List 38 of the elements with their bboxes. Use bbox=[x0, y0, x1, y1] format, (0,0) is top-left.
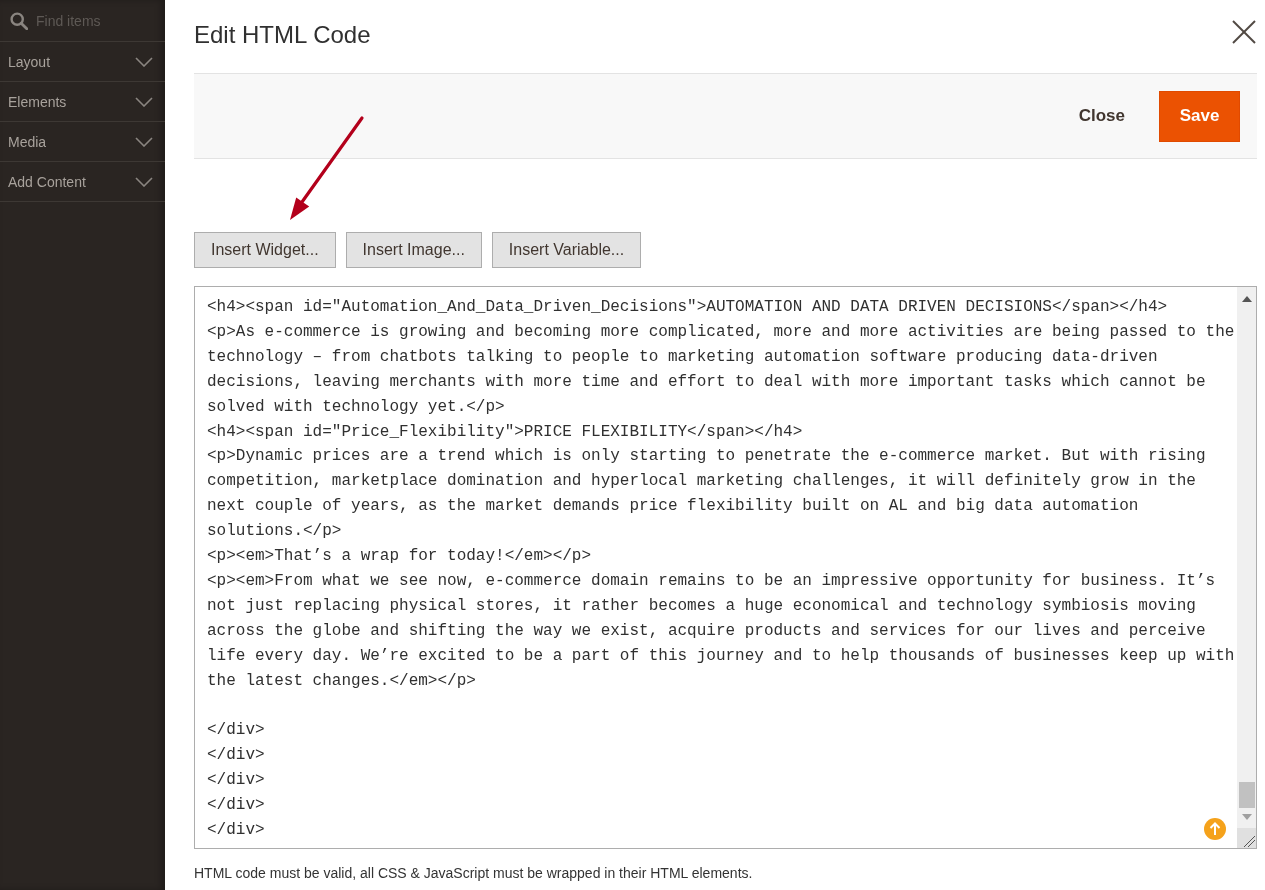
sidebar-item[interactable]: Add Content bbox=[0, 162, 165, 202]
close-icon[interactable] bbox=[1232, 19, 1256, 44]
code-line: technology – from chatbots talking to people to marketing automation software producing data-driven bbox=[207, 346, 1158, 368]
code-editor[interactable] bbox=[194, 286, 1257, 849]
code-line: next couple of years, as the market demands price flexibility built on AL and big data automation bbox=[207, 496, 1139, 518]
modal-title: Edit HTML Code bbox=[194, 20, 371, 49]
close-button[interactable]: Close bbox=[1066, 96, 1137, 136]
insert-button[interactable]: Insert Image... bbox=[345, 232, 482, 268]
code-line: <h4><span id="Automation_And_Data_Driven_Decisions">AUTOMATION AND DATA DRIVEN DECISIONS</span></h4> bbox=[207, 297, 1168, 318]
code-line: <p><em>That’s a wrap for today!</em></p> bbox=[207, 546, 592, 568]
scrollbar-thumb[interactable] bbox=[1238, 782, 1255, 808]
save-button[interactable]: Save bbox=[1159, 90, 1240, 142]
help-note: HTML code must be valid, all CSS & JavaScript must be wrapped in their HTML elements. bbox=[194, 865, 754, 881]
insert-button[interactable]: Insert Widget... bbox=[194, 232, 336, 268]
sidebar-item[interactable]: Media bbox=[0, 122, 165, 162]
sidebar-item[interactable]: Elements bbox=[0, 82, 165, 122]
code-line: </div> bbox=[207, 720, 265, 742]
code-line: <p><em>From what we see now, e-commerce domain remains to be an impressive opportunity for business. It’s bbox=[207, 570, 1216, 592]
code-line: </div> bbox=[207, 795, 265, 817]
code-line: solutions.</p> bbox=[207, 521, 342, 543]
code-line: <p>Dynamic prices are a trend which is only starting to penetrate the e-commerce market. But with rising bbox=[207, 446, 1206, 468]
sidebar-item[interactable]: Layout bbox=[0, 42, 165, 82]
code-line: </div> bbox=[207, 770, 265, 792]
search-icon bbox=[10, 11, 28, 30]
code-line: across the globe and shifting the way we exist, acquire products and services for our lives and perceive bbox=[207, 620, 1206, 642]
code-line: competition, marketplace domination and hyperlocal marketing challenges, it will definitely grow in the bbox=[207, 471, 1196, 493]
scroll-up-icon[interactable] bbox=[1241, 296, 1252, 302]
code-line: <h4><span id="Price_Flexibility">PRICE FLEXIBILITY</span></h4> bbox=[207, 421, 803, 443]
insert-button[interactable]: Insert Variable... bbox=[491, 232, 642, 268]
code-line: </div> bbox=[207, 745, 265, 767]
code-line: decisions, leaving merchants with more time and effort to deal with more important tasks which cannot be bbox=[207, 371, 1206, 393]
code-line: solved with technology yet.</p> bbox=[207, 396, 505, 418]
code-line: the latest changes.</em></p> bbox=[207, 670, 476, 692]
code-line: </div> bbox=[207, 820, 265, 841]
code-line: not just replacing physical stores, it rather becomes a huge economical and technology symbiosis moving bbox=[207, 595, 1196, 617]
code-line: life every day. We’re excited to be a part of this journey and to help thousands of businesses keep up with bbox=[207, 645, 1235, 667]
code-line: <p>As e-commerce is growing and becoming more complicated, more and more activities are being passed to the bbox=[207, 321, 1235, 343]
resize-grip-icon[interactable] bbox=[1237, 828, 1256, 848]
